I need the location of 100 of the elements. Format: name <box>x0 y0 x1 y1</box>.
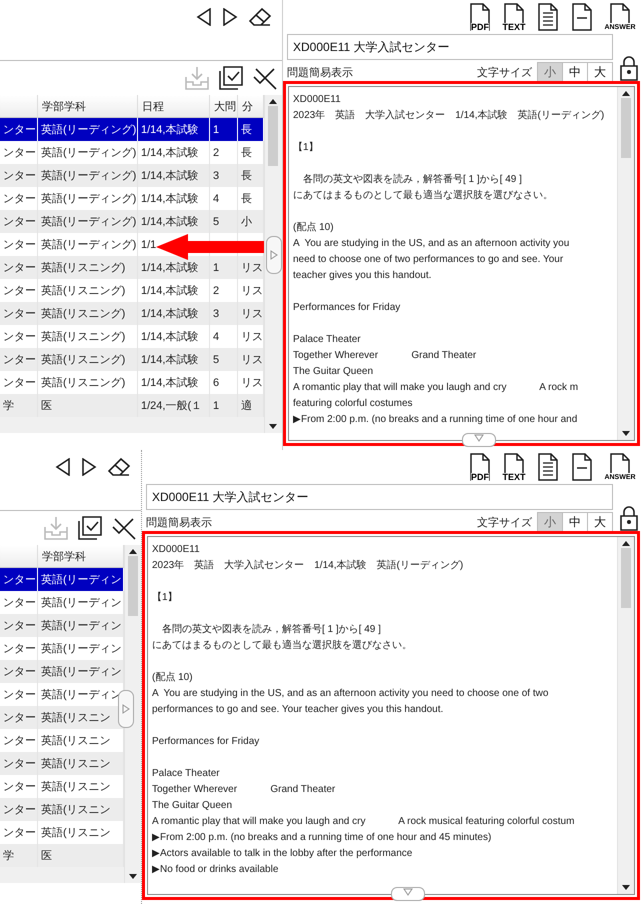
text-line: Performances for Friday <box>293 301 400 315</box>
font-size-option[interactable]: 大 <box>587 512 613 532</box>
right-triangle-icon <box>81 458 97 476</box>
table-cell: 英語(リスニン <box>38 798 124 821</box>
table-cell: 1/24,一般(１ <box>138 394 210 417</box>
column-header[interactable]: 学部学科 <box>38 95 138 118</box>
table-cell: 1/14,本試験 <box>138 210 210 233</box>
previous-button[interactable] <box>196 8 212 26</box>
text-scrollbar[interactable] <box>617 537 634 894</box>
text-line: A romantic play that will make you laugh and cry A rock m <box>293 381 578 395</box>
text-line: 各問の英文や図表を読み，解答番号[ 1 ]から[ 49 ] <box>302 172 522 187</box>
table-cell: 4 <box>210 187 238 210</box>
text-button[interactable]: TEXT <box>501 3 527 31</box>
table-scrollbar[interactable] <box>264 95 281 433</box>
table-cell: 1/14,本試験 <box>138 141 210 164</box>
font-size-option[interactable]: 小 <box>537 512 563 532</box>
table-cell: ンター <box>0 614 38 637</box>
table-cell: 医 <box>38 394 138 417</box>
table-cell: ンター <box>0 591 38 614</box>
left-triangle-icon <box>196 8 212 26</box>
table-cell: 小 <box>238 210 264 233</box>
lock-icon <box>619 505 639 531</box>
table-cell: 英語(リスニング) <box>38 371 138 394</box>
table-cell: 英語(リーディン <box>38 568 124 591</box>
table-cell: 1/14,本試験 <box>138 348 210 371</box>
table-tool-button[interactable] <box>218 65 244 91</box>
tray-download-icon <box>184 65 210 91</box>
eraser-icon <box>248 7 272 27</box>
table-cell: ンター <box>0 706 38 729</box>
simple-view-label: 問題簡易表示 <box>146 516 212 530</box>
splitter-handle[interactable] <box>266 236 282 274</box>
eraser-button[interactable] <box>248 7 272 27</box>
table-cell: 5 <box>210 348 238 371</box>
table-cell: リス <box>238 325 264 348</box>
left-triangle-icon <box>55 458 71 476</box>
tray-download-icon <box>43 515 69 541</box>
table-cell: 1/14,本試験 <box>138 302 210 325</box>
scrollbar-thumb[interactable] <box>128 556 138 616</box>
down-arrow-icon <box>129 874 137 879</box>
expand-handle[interactable] <box>391 887 425 901</box>
table-cell: 英語(リスニン <box>38 752 124 775</box>
text-line: A romantic play that will make you laugh and cry A rock musical featuring colorful costum <box>152 815 574 829</box>
text-scrollbar[interactable] <box>617 87 634 440</box>
column-header[interactable] <box>0 545 38 568</box>
next-button[interactable] <box>81 458 97 476</box>
scrollbar-thumb[interactable] <box>621 98 631 158</box>
scrollbar-thumb[interactable] <box>621 548 631 608</box>
text-line: featuring colorful costumes <box>293 397 413 411</box>
text-line: Palace Theater <box>293 333 361 347</box>
text-line: 2023年 英語 大学入試センター 1/14,本試験 英語(リーディング) <box>293 108 604 123</box>
table-cell: 1/14,本試験 <box>138 256 210 279</box>
table-cell: 英語(リーディング) <box>38 141 138 164</box>
text-line: Palace Theater <box>152 767 220 781</box>
table-cell: 英語(リーディン <box>38 591 124 614</box>
table-cell: リス <box>238 279 264 302</box>
scrollbar-thumb[interactable] <box>268 106 278 166</box>
title-field[interactable]: XD000E11 大学入試センター <box>146 484 613 510</box>
table-cell: 英語(リーディング) <box>38 210 138 233</box>
text-line: 2023年 英語 大学入試センター 1/14,本試験 英語(リーディング) <box>152 558 464 573</box>
table-cell: 英語(リーディング) <box>38 233 138 256</box>
table-cell: 英語(リスニング) <box>38 256 138 279</box>
pdf-button[interactable]: PDF <box>467 3 493 31</box>
previous-button[interactable] <box>55 458 71 476</box>
table-cell: 英語(リスニン <box>38 706 124 729</box>
table-cell: 6 <box>210 371 238 394</box>
eraser-button[interactable] <box>107 457 131 477</box>
table-cell: 英語(リーディング) <box>38 164 138 187</box>
table-cell: ンター <box>0 141 38 164</box>
right-triangle-icon <box>270 250 278 260</box>
table-scrollbar[interactable] <box>124 545 141 883</box>
text-button[interactable]: TEXT <box>501 453 527 481</box>
table-cell: ンター <box>0 729 38 752</box>
font-size-option[interactable]: 小 <box>537 62 563 82</box>
column-header[interactable]: 学部学科 <box>38 545 124 568</box>
down-triangle-icon <box>474 434 484 442</box>
text-line: Together Wherever Grand Theater <box>293 349 476 363</box>
table-cell: 英語(リスニング) <box>38 279 138 302</box>
table-cell: ンター <box>0 371 38 394</box>
column-header[interactable]: 日程 <box>138 95 210 118</box>
table-cell: 英語(リーディング) <box>38 118 138 141</box>
pdf-button[interactable]: PDF <box>467 453 493 481</box>
expand-handle[interactable] <box>462 433 496 447</box>
column-header[interactable] <box>0 95 38 118</box>
table-cell: ンター <box>0 637 38 660</box>
table-cell: 長 <box>238 164 264 187</box>
splitter-handle[interactable] <box>118 690 134 728</box>
column-header[interactable]: 分 <box>238 95 264 118</box>
up-arrow-icon <box>622 541 630 546</box>
table-cell: 英語(リスニング) <box>38 302 138 325</box>
table-cell: 4 <box>210 325 238 348</box>
table-cell: ンター <box>0 210 38 233</box>
column-header[interactable]: 大問 <box>210 95 238 118</box>
table-cell: ンター <box>0 233 38 256</box>
table-tool-button[interactable] <box>77 515 103 541</box>
title-field[interactable]: XD000E11 大学入試センター <box>287 34 613 60</box>
next-button[interactable] <box>222 8 238 26</box>
text-line: 【1】 <box>293 140 319 155</box>
font-size-label: 文字サイズ <box>477 66 532 80</box>
table-cell: ンター <box>0 302 38 325</box>
font-size-option[interactable]: 大 <box>587 62 613 82</box>
